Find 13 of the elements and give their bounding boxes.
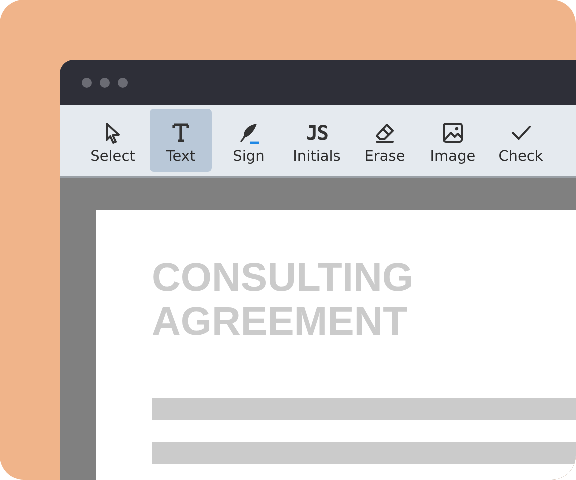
tool-button[interactable]: Check — [490, 109, 552, 172]
tool-button[interactable]: Text — [150, 109, 212, 172]
tool-button[interactable]: Select — [82, 109, 144, 172]
image-icon — [441, 121, 465, 145]
initials-icon: JS — [306, 121, 328, 145]
tool-button[interactable]: Sign — [218, 109, 280, 172]
tool-button[interactable]: Image — [422, 109, 484, 172]
window-dot — [118, 78, 128, 88]
tool-button[interactable]: Erase — [354, 109, 416, 172]
eraser-icon — [373, 121, 397, 145]
window-dot — [82, 78, 92, 88]
window-dot — [100, 78, 110, 88]
tool-button[interactable]: JS Initials — [286, 109, 348, 172]
